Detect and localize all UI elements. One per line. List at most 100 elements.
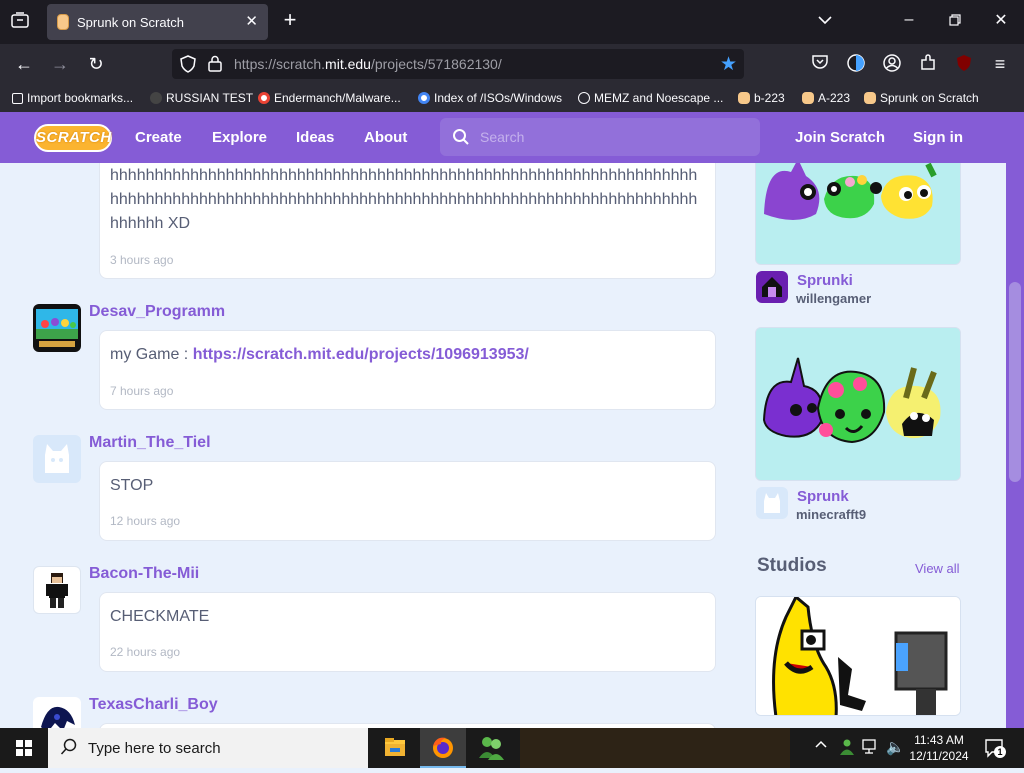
- remix-author-avatar[interactable]: [756, 271, 788, 303]
- sign-in-link[interactable]: Sign in: [913, 129, 963, 146]
- new-tab-icon[interactable]: +: [279, 9, 301, 31]
- studios-heading: Studios: [757, 555, 827, 576]
- comment-username[interactable]: TexasCharli_Boy: [89, 696, 218, 714]
- avatar[interactable]: [33, 304, 81, 352]
- bookmark-memz[interactable]: MEMZ and Noescape ...: [578, 91, 723, 105]
- bookmark-index-isos[interactable]: Index of /ISOs/Windows: [418, 91, 562, 105]
- taskbar-clock[interactable]: 11:43 AM 12/11/2024: [902, 732, 976, 764]
- remix-title[interactable]: Sprunki: [797, 272, 853, 289]
- lock-icon[interactable]: [208, 55, 222, 75]
- bookmark-star-icon[interactable]: ★: [720, 53, 737, 76]
- users-app-icon[interactable]: [468, 728, 514, 768]
- import-icon: [12, 93, 23, 104]
- comment-text: my Game : https://scratch.mit.edu/projec…: [110, 343, 529, 367]
- show-hidden-icons[interactable]: [814, 738, 828, 755]
- comment-time: 12 hours ago: [110, 514, 181, 528]
- tab-title: Sprunk on Scratch: [77, 15, 184, 30]
- clock-date: 12/11/2024: [909, 749, 969, 763]
- minimize-icon[interactable]: –: [898, 10, 920, 30]
- avatar[interactable]: [33, 697, 81, 728]
- dark-reader-extension-icon[interactable]: [845, 53, 867, 79]
- search-icon: [452, 128, 470, 150]
- close-tab-icon[interactable]: ✕: [245, 12, 258, 30]
- tab-sprunk-on-scratch[interactable]: Sprunk on Scratch ✕: [47, 4, 268, 40]
- remix-title[interactable]: Sprunk: [797, 488, 849, 505]
- url-bar[interactable]: https://scratch.mit.edu/projects/5718621…: [172, 49, 744, 79]
- people-tray-icon[interactable]: [838, 738, 856, 761]
- bookmark-b-223[interactable]: b-223: [738, 91, 785, 105]
- bookmark-favicon-icon: [150, 92, 162, 104]
- nav-ideas[interactable]: Ideas: [296, 129, 334, 146]
- notification-center-icon[interactable]: 1: [984, 738, 1006, 758]
- comment-text: hhhhhhhhhhhhhhhhhhhhhhhhhhhhhhhhhhhhhhhh…: [110, 167, 698, 232]
- bookmark-a-223[interactable]: A-223: [802, 91, 850, 105]
- comment-username[interactable]: Martin_The_Tiel: [89, 434, 211, 452]
- comment-time: 3 hours ago: [110, 253, 174, 267]
- globe-icon: [578, 92, 590, 104]
- extensions-icon[interactable]: [917, 54, 939, 78]
- nav-about[interactable]: About: [364, 129, 407, 146]
- remix-thumbnail[interactable]: [755, 327, 961, 481]
- tracking-protection-icon[interactable]: [180, 55, 196, 76]
- studios-view-all-link[interactable]: View all: [915, 561, 960, 576]
- restore-icon[interactable]: [944, 12, 966, 32]
- remix-thumbnail[interactable]: [755, 163, 961, 265]
- close-window-icon[interactable]: ✕: [990, 11, 1012, 31]
- comment-username[interactable]: Desav_Programm: [89, 303, 225, 321]
- comment-text-prefix: my Game :: [110, 346, 193, 363]
- google-icon: [258, 92, 270, 104]
- comment-text: CHECKMATE: [110, 608, 210, 625]
- taskbar-search-input[interactable]: Type here to search: [48, 728, 368, 768]
- remix-author[interactable]: minecrafft9: [796, 507, 866, 522]
- nav-create[interactable]: Create: [135, 129, 182, 146]
- file-explorer-icon[interactable]: [372, 728, 418, 768]
- windows-start-icon[interactable]: [0, 728, 48, 768]
- taskbar-search-placeholder: Type here to search: [88, 740, 221, 757]
- remix-author[interactable]: willengamer: [796, 291, 871, 306]
- scrollbar-thumb[interactable]: [1009, 282, 1021, 482]
- comment-bubble: my Game : https://scratch.mit.edu/projec…: [99, 330, 716, 410]
- menu-icon[interactable]: ≡: [989, 54, 1011, 74]
- bookmark-endermanch[interactable]: Endermanch/Malware...: [258, 91, 401, 105]
- remix-author-avatar[interactable]: [756, 487, 788, 519]
- project-page-content: hhhhhhhhhhhhhhhhhhhhhhhhhhhhhhhhhhhhhhhh…: [0, 163, 1006, 728]
- list-all-tabs-icon[interactable]: [814, 11, 836, 31]
- comment-username[interactable]: Bacon-The-Mii: [89, 565, 199, 583]
- join-scratch-link[interactable]: Join Scratch: [795, 129, 885, 146]
- firefox-icon[interactable]: [420, 728, 466, 768]
- taskbar-wallpaper-strip: [520, 728, 790, 768]
- scratch-favicon-icon: [738, 92, 750, 104]
- reload-icon[interactable]: ↻: [85, 54, 107, 74]
- scratch-logo[interactable]: SCRATCH: [34, 124, 112, 152]
- search-icon: [60, 738, 78, 760]
- comment-time: 22 hours ago: [110, 645, 181, 659]
- bookmark-sprunk[interactable]: Sprunk on Scratch: [864, 91, 979, 105]
- comment-text: STOP: [110, 477, 154, 494]
- windows-taskbar: Type here to search 🔈 11:43 AM 12/11/202…: [0, 728, 1024, 768]
- pocket-icon[interactable]: [809, 54, 831, 75]
- comment-time: 7 hours ago: [110, 384, 174, 398]
- notification-count-badge: 1: [994, 746, 1006, 758]
- browser-tab-bar: Sprunk on Scratch ✕ + – ✕: [0, 0, 1024, 44]
- avatar[interactable]: [33, 435, 81, 483]
- studio-thumbnail[interactable]: [755, 596, 961, 716]
- tab-overview-icon[interactable]: [9, 12, 31, 34]
- back-icon[interactable]: ←: [13, 54, 35, 74]
- page-scrollbar[interactable]: [1006, 112, 1024, 728]
- comment-project-link[interactable]: https://scratch.mit.edu/projects/1096913…: [193, 346, 529, 363]
- forward-icon[interactable]: →: [49, 54, 71, 74]
- clock-time: 11:43 AM: [914, 733, 964, 747]
- ublock-origin-icon[interactable]: [953, 54, 975, 78]
- avatar[interactable]: [33, 566, 81, 614]
- search-input[interactable]: Search: [440, 118, 760, 156]
- nav-explore[interactable]: Explore: [212, 129, 267, 146]
- network-icon[interactable]: [862, 739, 880, 760]
- scratch-favicon-icon: [802, 92, 814, 104]
- scratch-favicon-icon: [57, 14, 69, 30]
- account-icon[interactable]: [881, 54, 903, 78]
- bookmark-import[interactable]: Import bookmarks...: [12, 91, 133, 105]
- scratch-header: SCRATCH Create Explore Ideas About Searc…: [0, 112, 1006, 163]
- bookmark-russian-test[interactable]: RUSSIAN TEST: [150, 91, 253, 105]
- url-text: https://scratch.mit.edu/projects/5718621…: [234, 56, 502, 72]
- search-placeholder: Search: [480, 129, 525, 145]
